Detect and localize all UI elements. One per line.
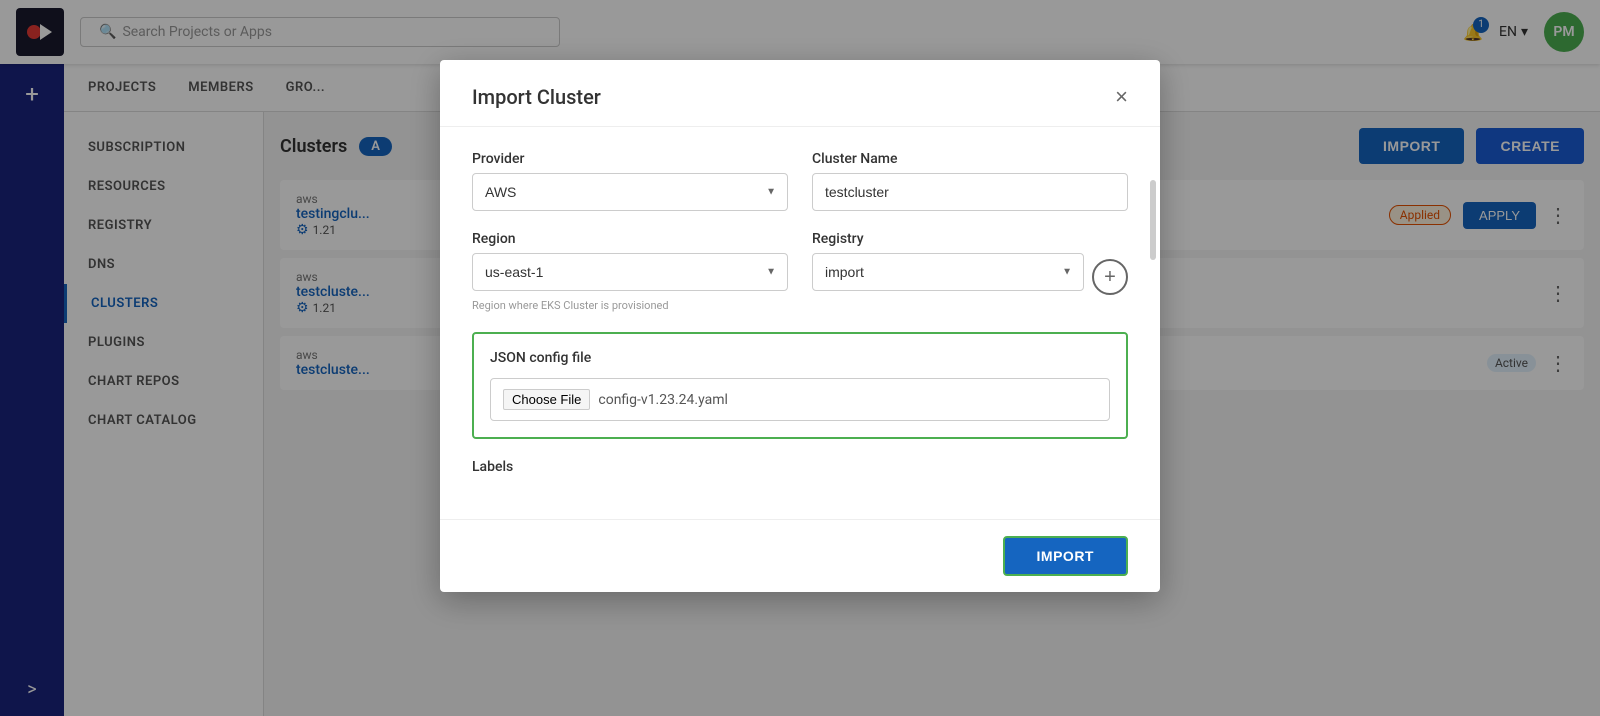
import-cluster-modal: Import Cluster × Provider AWS GCP Azure bbox=[440, 60, 1160, 592]
json-section-title: JSON config file bbox=[490, 350, 1110, 366]
json-config-section: JSON config file Choose File config-v1.2… bbox=[472, 332, 1128, 439]
labels-section: Labels bbox=[472, 459, 1128, 475]
modal-overlay: Import Cluster × Provider AWS GCP Azure bbox=[0, 0, 1600, 716]
provider-select-wrapper: AWS GCP Azure bbox=[472, 173, 788, 211]
labels-title: Labels bbox=[472, 459, 1128, 475]
modal-footer: IMPORT bbox=[440, 519, 1160, 592]
modal-header: Import Cluster × bbox=[440, 60, 1160, 127]
region-registry-row: Region us-east-1 us-east-2 us-west-1 us-… bbox=[472, 231, 1128, 312]
region-hint: Region where EKS Cluster is provisioned bbox=[472, 299, 788, 312]
file-name-display: config-v1.23.24.yaml bbox=[598, 392, 728, 408]
choose-file-button[interactable]: Choose File bbox=[503, 389, 590, 410]
modal-body: Provider AWS GCP Azure Cluster Name bbox=[440, 127, 1160, 519]
scroll-indicator bbox=[1150, 180, 1156, 260]
registry-select-wrapper: import default bbox=[812, 253, 1084, 291]
region-select[interactable]: us-east-1 us-east-2 us-west-1 us-west-2 bbox=[472, 253, 788, 291]
registry-select[interactable]: import default bbox=[812, 253, 1084, 291]
region-label: Region bbox=[472, 231, 788, 247]
region-group: Region us-east-1 us-east-2 us-west-1 us-… bbox=[472, 231, 788, 312]
cluster-name-input[interactable] bbox=[812, 173, 1128, 211]
provider-name-row: Provider AWS GCP Azure Cluster Name bbox=[472, 151, 1128, 211]
modal-close-button[interactable]: × bbox=[1115, 84, 1128, 110]
registry-label: Registry bbox=[812, 231, 1084, 247]
cluster-name-group: Cluster Name bbox=[812, 151, 1128, 211]
add-registry-button[interactable]: + bbox=[1092, 259, 1128, 295]
provider-group: Provider AWS GCP Azure bbox=[472, 151, 788, 211]
modal-title: Import Cluster bbox=[472, 85, 601, 109]
provider-select[interactable]: AWS GCP Azure bbox=[472, 173, 788, 211]
region-select-wrapper: us-east-1 us-east-2 us-west-1 us-west-2 bbox=[472, 253, 788, 291]
file-input-wrapper: Choose File config-v1.23.24.yaml bbox=[490, 378, 1110, 421]
modal-import-button[interactable]: IMPORT bbox=[1003, 536, 1128, 576]
registry-group-outer: Registry import default + bbox=[812, 231, 1128, 312]
cluster-name-label: Cluster Name bbox=[812, 151, 1128, 167]
provider-label: Provider bbox=[472, 151, 788, 167]
registry-group: Registry import default bbox=[812, 231, 1084, 291]
